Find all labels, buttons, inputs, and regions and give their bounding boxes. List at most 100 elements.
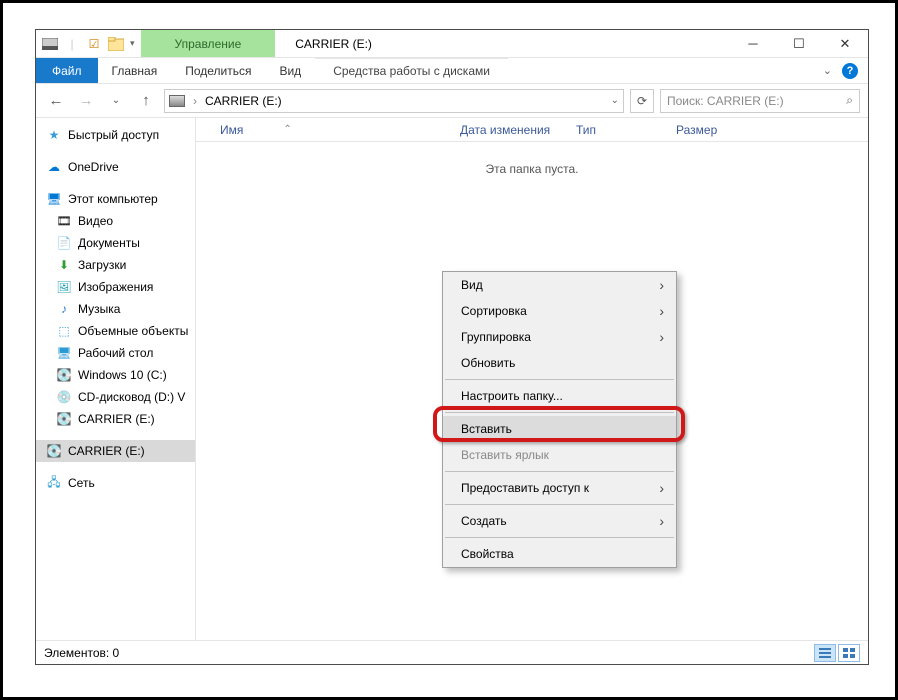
separator (445, 504, 674, 505)
search-input[interactable]: Поиск: CARRIER (E:) ⌕ (660, 89, 860, 113)
drive-icon: 💽 (56, 367, 72, 383)
empty-folder-text: Эта папка пуста. (196, 162, 868, 176)
qat-dropdown-icon[interactable]: ▾ (130, 38, 135, 49)
sidebar-item-c-drive[interactable]: 💽Windows 10 (C:) (36, 364, 195, 386)
ribbon-tab-drive-tools[interactable]: Средства работы с дисками (315, 58, 508, 83)
sidebar-item-e-drive[interactable]: 💽CARRIER (E:) (36, 408, 195, 430)
context-item-paste-shortcut: Вставить ярлык (443, 442, 676, 468)
document-icon: 📄 (56, 235, 72, 251)
context-item-view[interactable]: Вид› (443, 272, 676, 298)
qat-divider: | (64, 36, 80, 52)
context-item-new[interactable]: Создать› (443, 508, 676, 534)
context-item-group[interactable]: Группировка› (443, 324, 676, 350)
chevron-right-icon: › (659, 513, 664, 529)
address-dropdown-icon[interactable]: ⌄ (611, 95, 619, 106)
separator (445, 412, 674, 413)
ribbon-expand-icon[interactable]: ⌄ (823, 64, 832, 77)
content-pane[interactable]: Имя⌃ Дата изменения Тип Размер Эта папка… (196, 118, 868, 640)
separator (445, 379, 674, 380)
sidebar-item-downloads[interactable]: ⬇Загрузки (36, 254, 195, 276)
sidebar-item-this-pc[interactable]: 🖥Этот компьютер (36, 188, 195, 210)
video-icon: 🎞 (56, 213, 72, 229)
star-icon: ★ (46, 127, 62, 143)
address-bar[interactable]: › CARRIER (E:) ⌄ (164, 89, 624, 113)
sidebar-item-3d[interactable]: ⬚Объемные объекты (36, 320, 195, 342)
status-item-count: Элементов: 0 (44, 646, 119, 660)
chevron-right-icon[interactable]: › (193, 94, 197, 108)
nav-forward-button[interactable]: → (74, 89, 98, 113)
drive-icon (42, 36, 58, 52)
ribbon-file[interactable]: Файл (36, 58, 98, 83)
sidebar-item-onedrive[interactable]: ☁OneDrive (36, 156, 195, 178)
context-item-properties[interactable]: Свойства (443, 541, 676, 567)
chevron-right-icon: › (659, 303, 664, 319)
context-menu: Вид› Сортировка› Группировка› Обновить Н… (442, 271, 677, 568)
separator (445, 537, 674, 538)
nav-row: ← → ⌄ ↑ › CARRIER (E:) ⌄ ⟳ Поиск: CARRIE… (36, 84, 868, 118)
sidebar-item-documents[interactable]: 📄Документы (36, 232, 195, 254)
cube-icon: ⬚ (56, 323, 72, 339)
context-item-paste[interactable]: Вставить (443, 416, 676, 442)
cd-icon: 💿 (56, 389, 72, 405)
sidebar-item-d-drive[interactable]: 💿CD-дисковод (D:) V (36, 386, 195, 408)
sidebar-item-carrier-selected[interactable]: 💽CARRIER (E:) (36, 440, 195, 462)
contextual-tab-manage[interactable]: Управление (141, 30, 276, 57)
drive-icon (169, 95, 185, 107)
window-title: CARRIER (E:) (275, 30, 730, 57)
picture-icon: 🖼 (56, 279, 72, 295)
nav-history-icon[interactable]: ⌄ (104, 89, 128, 113)
drive-icon: 💽 (56, 411, 72, 427)
sort-icon: ⌃ (283, 124, 291, 135)
view-icons-button[interactable] (838, 644, 860, 662)
chevron-right-icon: › (659, 480, 664, 496)
sidebar-item-videos[interactable]: 🎞Видео (36, 210, 195, 232)
sidebar-item-music[interactable]: ♪Музыка (36, 298, 195, 320)
separator (445, 471, 674, 472)
breadcrumb[interactable]: CARRIER (E:) (205, 94, 282, 108)
folder-icon[interactable] (108, 36, 124, 52)
properties-icon[interactable]: ☑ (86, 36, 102, 52)
view-details-button[interactable] (814, 644, 836, 662)
music-icon: ♪ (56, 301, 72, 317)
context-item-customize[interactable]: Настроить папку... (443, 383, 676, 409)
column-date[interactable]: Дата изменения (452, 123, 568, 137)
close-button[interactable]: ✕ (822, 30, 868, 57)
download-icon: ⬇ (56, 257, 72, 273)
qat: | ☑ ▾ (36, 30, 141, 57)
ribbon-tab-view[interactable]: Вид (265, 58, 315, 83)
ribbon: Файл Главная Поделиться Вид Средства раб… (36, 58, 868, 84)
column-type[interactable]: Тип (568, 123, 668, 137)
explorer-window: | ☑ ▾ Управление CARRIER (E:) ─ ☐ ✕ Файл… (35, 29, 869, 665)
cloud-icon: ☁ (46, 159, 62, 175)
search-placeholder: Поиск: CARRIER (E:) (667, 94, 784, 108)
column-name[interactable]: Имя⌃ (212, 123, 452, 137)
ribbon-tab-home[interactable]: Главная (98, 58, 172, 83)
context-item-share[interactable]: Предоставить доступ к› (443, 475, 676, 501)
minimize-button[interactable]: ─ (730, 30, 776, 57)
maximize-button[interactable]: ☐ (776, 30, 822, 57)
search-icon: ⌕ (846, 93, 853, 108)
sidebar-item-quick-access[interactable]: ★Быстрый доступ (36, 124, 195, 146)
nav-pane: ★Быстрый доступ ☁OneDrive 🖥Этот компьюте… (36, 118, 196, 640)
help-icon[interactable]: ? (842, 63, 858, 79)
drive-icon: 💽 (46, 443, 62, 459)
sidebar-item-pictures[interactable]: 🖼Изображения (36, 276, 195, 298)
sidebar-item-desktop[interactable]: 🖥Рабочий стол (36, 342, 195, 364)
context-item-refresh[interactable]: Обновить (443, 350, 676, 376)
title-bar: | ☑ ▾ Управление CARRIER (E:) ─ ☐ ✕ (36, 30, 868, 58)
pc-icon: 🖥 (46, 191, 62, 207)
column-headers: Имя⌃ Дата изменения Тип Размер (196, 118, 868, 142)
context-item-sort[interactable]: Сортировка› (443, 298, 676, 324)
view-toggles (814, 644, 860, 662)
sidebar-item-network[interactable]: 🖧Сеть (36, 472, 195, 494)
column-size[interactable]: Размер (668, 123, 758, 137)
status-bar: Элементов: 0 (36, 640, 868, 664)
nav-back-button[interactable]: ← (44, 89, 68, 113)
chevron-right-icon: › (659, 329, 664, 345)
refresh-button[interactable]: ⟳ (630, 89, 654, 113)
ribbon-tab-share[interactable]: Поделиться (171, 58, 265, 83)
nav-up-button[interactable]: ↑ (134, 89, 158, 113)
network-icon: 🖧 (46, 475, 62, 491)
chevron-right-icon: › (659, 277, 664, 293)
desktop-icon: 🖥 (56, 345, 72, 361)
